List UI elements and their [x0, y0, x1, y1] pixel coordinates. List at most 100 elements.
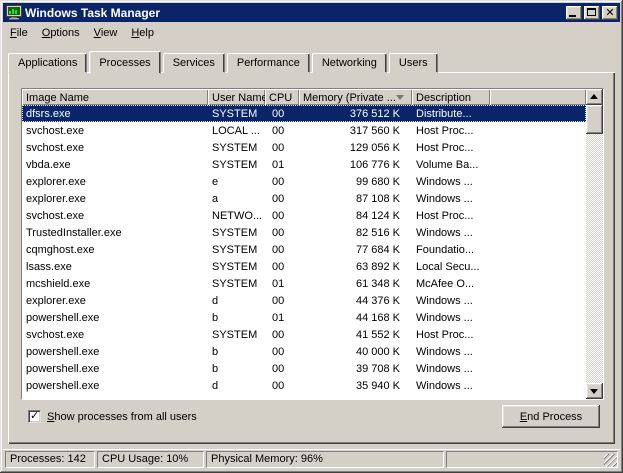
cell-cpu: 00	[265, 261, 299, 273]
tab-processes[interactable]: Processes	[89, 51, 160, 74]
cell-memory: 44 168 K	[299, 312, 412, 324]
column-header-image-name[interactable]: Image Name	[22, 89, 208, 105]
menu-file[interactable]: File	[4, 24, 36, 42]
minimize-button[interactable]	[566, 6, 582, 20]
table-row[interactable]: powershell.exed0035 940 KWindows ...	[22, 377, 586, 394]
table-row[interactable]: powershell.exeb0040 000 KWindows ...	[22, 343, 586, 360]
cell-image: svchost.exe	[22, 125, 208, 137]
cell-image: TrustedInstaller.exe	[22, 227, 208, 239]
scrollbar-thumb[interactable]	[586, 105, 603, 134]
cell-description: Host Proc...	[412, 329, 490, 341]
column-header-description[interactable]: Description	[412, 89, 490, 105]
process-list-header: Image Name User Name CPU Memory (Private…	[22, 89, 586, 105]
scroll-up-button[interactable]	[586, 89, 603, 105]
cell-description: Windows ...	[412, 227, 490, 239]
show-all-users-row: ✓ Show processes from all users	[28, 410, 197, 423]
resize-grip[interactable]	[604, 454, 617, 467]
scroll-down-button[interactable]	[586, 383, 603, 399]
column-header-cpu[interactable]: CPU	[265, 89, 299, 105]
cell-memory: 99 680 K	[299, 176, 412, 188]
table-row[interactable]: explorer.exee0099 680 KWindows ...	[22, 173, 586, 190]
cell-cpu: 00	[265, 295, 299, 307]
table-row[interactable]: dfsrs.exeSYSTEM00376 512 KDistribute...	[22, 105, 586, 122]
table-row[interactable]: powershell.exeb0144 168 KWindows ...	[22, 309, 586, 326]
cell-image: cqmghost.exe	[22, 244, 208, 256]
table-row[interactable]: explorer.exea0087 108 KWindows ...	[22, 190, 586, 207]
cell-memory: 106 776 K	[299, 159, 412, 171]
tab-performance[interactable]: Performance	[227, 53, 310, 73]
sort-descending-icon	[396, 95, 404, 100]
table-row[interactable]: svchost.exeNETWO...0084 124 KHost Proc..…	[22, 207, 586, 224]
cell-user: b	[208, 363, 265, 375]
table-row[interactable]: TrustedInstaller.exeSYSTEM0082 516 KWind…	[22, 224, 586, 241]
cell-memory: 63 892 K	[299, 261, 412, 273]
show-all-users-checkbox[interactable]: ✓	[28, 410, 41, 423]
tab-applications[interactable]: Applications	[8, 53, 87, 73]
process-rows: dfsrs.exeSYSTEM00376 512 KDistribute...s…	[22, 105, 586, 399]
cell-cpu: 00	[265, 227, 299, 239]
tab-networking[interactable]: Networking	[312, 53, 387, 73]
cell-cpu: 01	[265, 312, 299, 324]
cell-description: Windows ...	[412, 346, 490, 358]
cell-image: svchost.exe	[22, 329, 208, 341]
column-header-user-name[interactable]: User Name	[208, 89, 265, 105]
cell-cpu: 00	[265, 329, 299, 341]
titlebar[interactable]: Windows Task Manager ✕	[3, 3, 620, 22]
menu-view[interactable]: View	[88, 24, 126, 42]
cell-description: Host Proc...	[412, 125, 490, 137]
cell-description: Windows ...	[412, 193, 490, 205]
cell-memory: 39 708 K	[299, 363, 412, 375]
cell-image: explorer.exe	[22, 176, 208, 188]
close-button[interactable]: ✕	[602, 6, 618, 20]
vertical-scrollbar[interactable]	[586, 89, 603, 399]
table-row[interactable]: explorer.exed0044 376 KWindows ...	[22, 292, 586, 309]
cell-image: powershell.exe	[22, 380, 208, 392]
cell-cpu: 00	[265, 346, 299, 358]
cell-image: dfsrs.exe	[22, 108, 208, 120]
process-list: Image Name User Name CPU Memory (Private…	[21, 88, 604, 400]
cell-cpu: 00	[265, 210, 299, 222]
table-row[interactable]: svchost.exeSYSTEM00129 056 KHost Proc...	[22, 139, 586, 156]
tab-services[interactable]: Services	[163, 53, 225, 73]
cell-description: Foundatio...	[412, 244, 490, 256]
cell-description: Local Secu...	[412, 261, 490, 273]
tab-users[interactable]: Users	[389, 53, 438, 73]
table-row[interactable]: svchost.exeSYSTEM0041 552 KHost Proc...	[22, 326, 586, 343]
cell-cpu: 00	[265, 380, 299, 392]
status-processes: Processes: 142	[5, 451, 95, 468]
menu-help[interactable]: Help	[125, 24, 162, 42]
cell-memory: 77 684 K	[299, 244, 412, 256]
table-row[interactable]: powershell.exeb0039 708 KWindows ...	[22, 360, 586, 377]
cell-cpu: 01	[265, 278, 299, 290]
cell-memory: 317 560 K	[299, 125, 412, 137]
window-title: Windows Task Manager	[25, 6, 564, 20]
cell-user: b	[208, 312, 265, 324]
cell-cpu: 00	[265, 363, 299, 375]
status-cpu-usage: CPU Usage: 10%	[97, 451, 204, 468]
maximize-button[interactable]	[584, 6, 600, 20]
cell-memory: 44 376 K	[299, 295, 412, 307]
table-row[interactable]: svchost.exeLOCAL ...00317 560 KHost Proc…	[22, 122, 586, 139]
scroll-up-icon	[590, 94, 598, 99]
cell-user: SYSTEM	[208, 227, 265, 239]
column-header-memory[interactable]: Memory (Private ...	[299, 89, 412, 105]
cell-image: mcshield.exe	[22, 278, 208, 290]
show-all-users-label[interactable]: Show processes from all users	[47, 411, 197, 423]
column-header-filler	[490, 89, 586, 105]
table-row[interactable]: cqmghost.exeSYSTEM0077 684 KFoundatio...	[22, 241, 586, 258]
menu-options[interactable]: Options	[36, 24, 88, 42]
cell-user: SYSTEM	[208, 329, 265, 341]
status-bar: Processes: 142 CPU Usage: 10% Physical M…	[3, 449, 620, 470]
cell-description: Windows ...	[412, 295, 490, 307]
cell-description: Windows ...	[412, 176, 490, 188]
table-row[interactable]: lsass.exeSYSTEM0063 892 KLocal Secu...	[22, 258, 586, 275]
end-process-button[interactable]: End Process	[502, 405, 600, 428]
cell-cpu: 00	[265, 193, 299, 205]
close-icon: ✕	[602, 6, 618, 20]
checkmark-icon: ✓	[30, 409, 39, 422]
table-row[interactable]: vbda.exeSYSTEM01106 776 KVolume Ba...	[22, 156, 586, 173]
table-row[interactable]: mcshield.exeSYSTEM0161 348 KMcAfee O...	[22, 275, 586, 292]
status-physical-memory: Physical Memory: 96%	[206, 451, 444, 468]
cell-user: SYSTEM	[208, 142, 265, 154]
cell-cpu: 00	[265, 244, 299, 256]
